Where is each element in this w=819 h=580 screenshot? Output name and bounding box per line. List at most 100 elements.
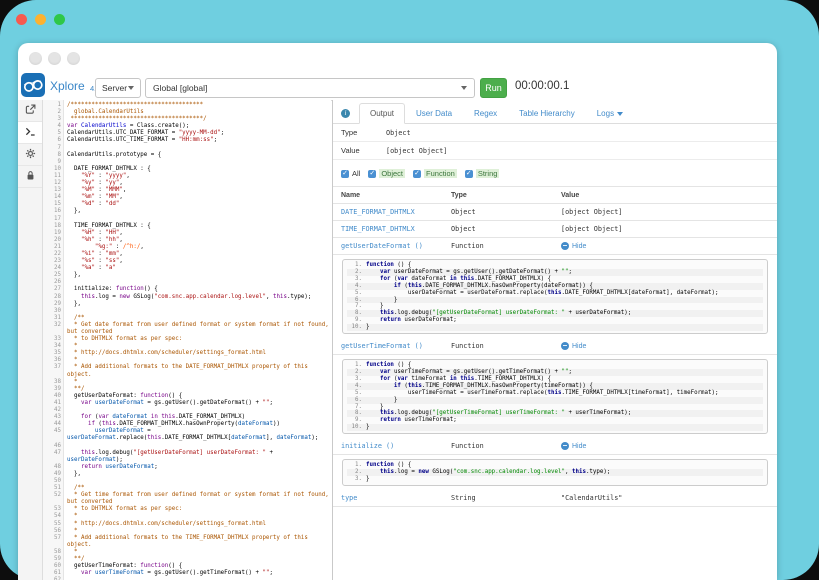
editor-line[interactable]: 15 "%d" : "dd" bbox=[43, 201, 331, 208]
line-number: 61 bbox=[43, 570, 65, 577]
editor-line[interactable]: 9 bbox=[43, 159, 331, 166]
editor-line[interactable]: 12 "%y" : "yy", bbox=[43, 180, 331, 187]
editor-line[interactable]: 44 if (this.DATE_FORMAT_DHTMLX.hasOwnPro… bbox=[43, 421, 331, 428]
filter-all[interactable]: ✓All bbox=[341, 169, 360, 178]
checkbox-checked-icon[interactable]: ✓ bbox=[368, 170, 376, 178]
editor-line[interactable]: 4var CalendarUtils = Class.create(); bbox=[43, 123, 331, 130]
traffic-light-minimize[interactable] bbox=[35, 14, 46, 25]
sidebar-item-terminal-icon[interactable] bbox=[18, 122, 42, 144]
editor-line[interactable]: 51 /** bbox=[43, 485, 331, 492]
environment-select[interactable]: Server bbox=[95, 78, 141, 98]
editor-line[interactable]: 10 DATE_FORMAT_DHTMLX : { bbox=[43, 166, 331, 173]
editor-line[interactable]: 49 }, bbox=[43, 471, 331, 478]
member-name-link[interactable]: TIME_FORMAT_DHTMLX bbox=[341, 225, 451, 233]
editor-line[interactable]: 20 "%h" : "hh", bbox=[43, 237, 331, 244]
scope-select[interactable]: Global [global] bbox=[145, 78, 475, 98]
member-name-link[interactable]: DATE_FORMAT_DHTMLX bbox=[341, 208, 451, 216]
editor-line[interactable]: 22 "%i" : "mm", bbox=[43, 251, 331, 258]
editor-line[interactable]: 42 bbox=[43, 407, 331, 414]
tab-logs[interactable]: Logs bbox=[586, 103, 634, 124]
sidebar-item-gear-icon[interactable] bbox=[18, 144, 42, 166]
editor-line[interactable]: 43 for (var dateFormat in this.DATE_FORM… bbox=[43, 414, 331, 421]
editor-line[interactable]: 13 "%M" : "MMM", bbox=[43, 187, 331, 194]
line-number: 3. bbox=[347, 476, 362, 483]
editor-line[interactable]: 47 this.log.debug("[getUserDateFormat] u… bbox=[43, 450, 331, 464]
editor-line[interactable]: 56 * bbox=[43, 528, 331, 535]
editor-line[interactable]: 23 "%s" : "ss", bbox=[43, 258, 331, 265]
editor-line[interactable]: 41 var userDateFormat = gs.getUser().get… bbox=[43, 400, 331, 407]
editor-line[interactable]: 52 * Get time format from user defined f… bbox=[43, 492, 331, 506]
traffic-light-close[interactable] bbox=[16, 14, 27, 25]
member-type: Function bbox=[451, 342, 561, 350]
editor-line[interactable]: 6CalendarUtils.UTC_TIME_FORMAT = "HH:mm:… bbox=[43, 137, 331, 144]
editor-line[interactable]: 30 bbox=[43, 308, 331, 315]
checkbox-checked-icon[interactable]: ✓ bbox=[465, 170, 473, 178]
line-number: 7. bbox=[347, 303, 362, 310]
editor-line[interactable]: 7 bbox=[43, 145, 331, 152]
hide-toggle[interactable]: –Hide bbox=[561, 442, 586, 450]
editor-line[interactable]: 17 bbox=[43, 216, 331, 223]
editor-line[interactable]: 29 }, bbox=[43, 301, 331, 308]
filter-string[interactable]: ✓String bbox=[465, 169, 500, 178]
editor-line[interactable]: 21 "%g:" : /^h:/, bbox=[43, 244, 331, 251]
editor-line[interactable]: 14 "%m" : "MM", bbox=[43, 194, 331, 201]
editor-line[interactable]: 8CalendarUtils.prototype = { bbox=[43, 152, 331, 159]
hide-toggle[interactable]: –Hide bbox=[561, 342, 586, 350]
filter-object[interactable]: ✓Object bbox=[368, 169, 405, 178]
editor-line[interactable]: 39 **/ bbox=[43, 386, 331, 393]
editor-line[interactable]: 34 * bbox=[43, 343, 331, 350]
info-icon[interactable]: i bbox=[341, 109, 350, 118]
checkbox-checked-icon[interactable]: ✓ bbox=[413, 170, 421, 178]
editor-line[interactable]: 18 TIME_FORMAT_DHTMLX : { bbox=[43, 223, 331, 230]
editor-line[interactable]: 60 getUserTimeFormat: function() { bbox=[43, 563, 331, 570]
editor-line[interactable]: 28 this.log = new GSLog("com.snc.app.cal… bbox=[43, 294, 331, 301]
editor-line[interactable]: 31 /** bbox=[43, 315, 331, 322]
editor-line[interactable]: 54 * bbox=[43, 513, 331, 520]
editor-line[interactable]: 33 * to DHTMLX format as per spec: bbox=[43, 336, 331, 343]
editor-line[interactable]: 50 bbox=[43, 478, 331, 485]
editor-line[interactable]: 45 userDateFormat = userDateFormat.repla… bbox=[43, 428, 331, 442]
editor-line[interactable]: 38 * bbox=[43, 379, 331, 386]
sidebar-item-open-new-window-icon[interactable] bbox=[18, 100, 42, 122]
editor-line[interactable]: 1/************************************** bbox=[43, 102, 331, 109]
traffic-light-maximize[interactable] bbox=[54, 14, 65, 25]
editor-line[interactable]: 11 "%Y" : "yyyy", bbox=[43, 173, 331, 180]
editor-line[interactable]: 16 }, bbox=[43, 208, 331, 215]
editor-line[interactable]: 19 "%H" : "HH", bbox=[43, 230, 331, 237]
editor-line[interactable]: 55 * http://docs.dhtmlx.com/scheduler/se… bbox=[43, 521, 331, 528]
tab-output[interactable]: Output bbox=[359, 103, 405, 124]
editor-line[interactable]: 2 global.CalendarUtils bbox=[43, 109, 331, 116]
member-name-link[interactable]: type bbox=[341, 494, 451, 502]
editor-line[interactable]: 5CalendarUtils.UTC_DATE_FORMAT = "yyyy-M… bbox=[43, 130, 331, 137]
editor-line[interactable]: 40 getUserDateFormat: function() { bbox=[43, 393, 331, 400]
editor-line[interactable]: 46 bbox=[43, 443, 331, 450]
checkbox-checked-icon[interactable]: ✓ bbox=[341, 170, 349, 178]
editor-line[interactable]: 26 bbox=[43, 279, 331, 286]
sidebar-item-lock-icon[interactable] bbox=[18, 166, 42, 188]
hide-toggle[interactable]: –Hide bbox=[561, 242, 586, 250]
editor-line[interactable]: 57 * Add additional formats to the TIME_… bbox=[43, 535, 331, 549]
tab-user-data[interactable]: User Data bbox=[405, 103, 463, 124]
editor-line[interactable]: 36 * bbox=[43, 357, 331, 364]
filter-function[interactable]: ✓Function bbox=[413, 169, 457, 178]
editor-line[interactable]: 3 **************************************… bbox=[43, 116, 331, 123]
member-type: Object bbox=[451, 225, 561, 233]
editor-line[interactable]: 35 * http://docs.dhtmlx.com/scheduler/se… bbox=[43, 350, 331, 357]
editor-line[interactable]: 59 **/ bbox=[43, 556, 331, 563]
editor-line[interactable]: 58 * bbox=[43, 549, 331, 556]
editor-line[interactable]: 48 return userDateFormat; bbox=[43, 464, 331, 471]
tab-table-hierarchy[interactable]: Table Hierarchy bbox=[508, 103, 586, 124]
run-button[interactable]: Run bbox=[480, 78, 507, 98]
editor-line[interactable]: 32 * Get date format from user defined f… bbox=[43, 322, 331, 336]
editor-line[interactable]: 37 * Add additional formats to the DATE_… bbox=[43, 364, 331, 378]
editor-line[interactable]: 25 }, bbox=[43, 272, 331, 279]
member-name-link[interactable]: initialize () bbox=[341, 442, 451, 450]
editor-line[interactable]: 24 "%a" : "a" bbox=[43, 265, 331, 272]
code-editor[interactable]: 1/**************************************… bbox=[43, 100, 331, 580]
editor-line[interactable]: 53 * to DHTMLX format as per spec: bbox=[43, 506, 331, 513]
tab-regex[interactable]: Regex bbox=[463, 103, 508, 124]
editor-line[interactable]: 27 initialize: function() { bbox=[43, 286, 331, 293]
member-name-link[interactable]: getUserDateFormat () bbox=[341, 242, 451, 250]
editor-line[interactable]: 61 var userTimeFormat = gs.getUser().get… bbox=[43, 570, 331, 577]
member-name-link[interactable]: getUserTimeFormat () bbox=[341, 342, 451, 350]
